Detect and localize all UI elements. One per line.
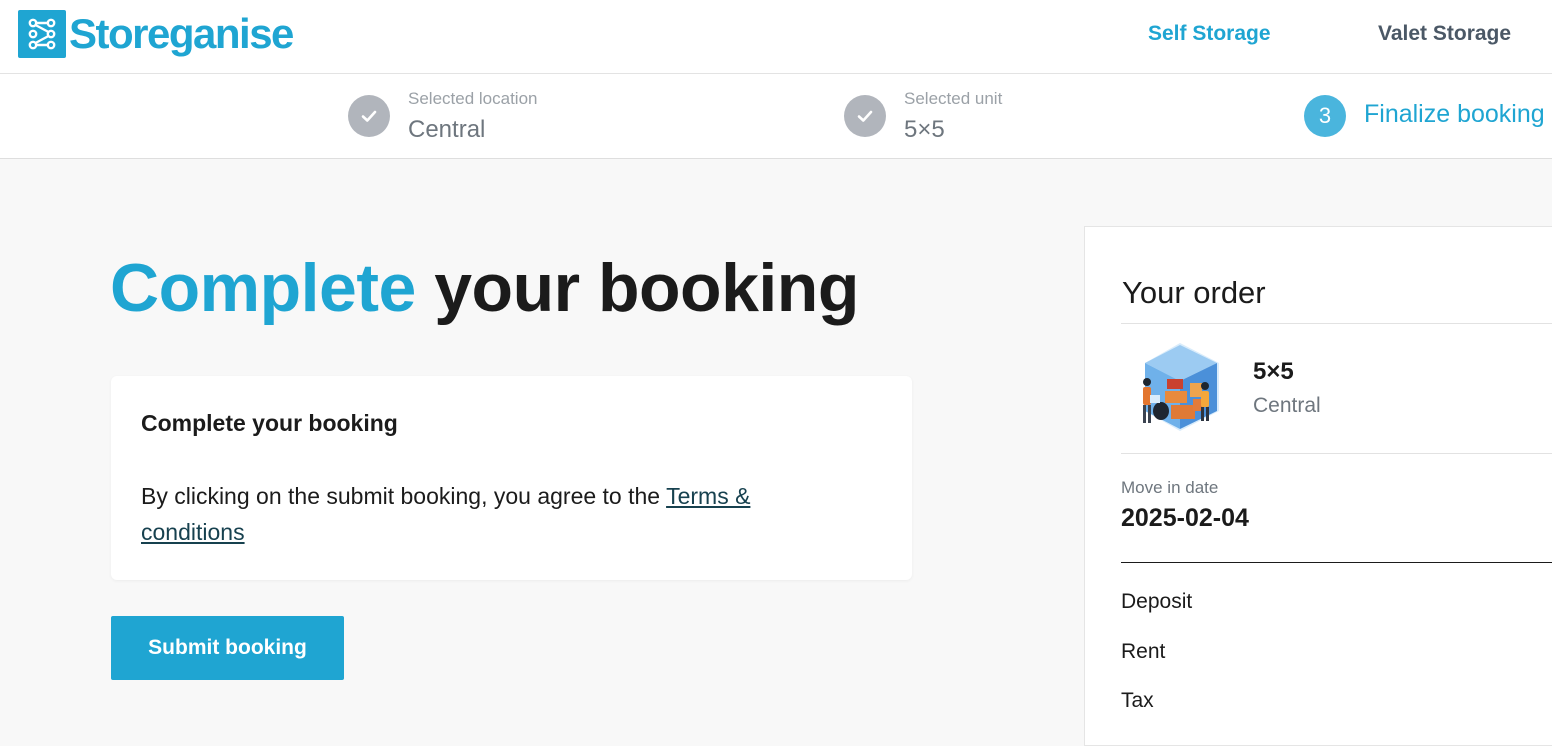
order-row-rent: Rent: [1121, 640, 1166, 663]
booking-stepper: Selected location Central Selected unit …: [0, 74, 1552, 159]
step-value: 5×5: [904, 116, 945, 143]
nav-valet-storage[interactable]: Valet Storage: [1378, 20, 1511, 48]
card-title: Complete your booking: [141, 410, 398, 436]
step-caption: Selected unit: [904, 89, 1003, 108]
top-navbar: Storeganise Self Storage Valet Storage: [0, 0, 1552, 74]
storeganise-logo-icon: [18, 10, 66, 58]
submit-booking-button[interactable]: Submit booking: [111, 616, 344, 680]
storage-unit-illustration: [1135, 341, 1225, 433]
terms-text: By clicking on the submit booking, you a…: [141, 478, 841, 550]
step-value: Central: [408, 116, 486, 143]
order-row-deposit: Deposit: [1121, 590, 1193, 613]
terms-text-body: By clicking on the submit booking, you a…: [141, 483, 661, 509]
step-caption: Selected location: [408, 89, 538, 108]
page-title: Complete your booking: [110, 250, 859, 326]
divider: [1121, 323, 1552, 324]
logo-text: Storeganise: [69, 10, 294, 57]
step-number: 3: [1304, 95, 1346, 137]
terms-card: Complete your booking By clicking on the…: [111, 376, 912, 580]
order-title: Your order: [1122, 275, 1266, 310]
divider: [1121, 562, 1552, 563]
order-summary-panel: Your order 5×5 Central Move in date 2025…: [1084, 226, 1552, 746]
move-in-label: Move in date: [1121, 478, 1219, 497]
divider: [1121, 453, 1552, 454]
page-title-rest: your booking: [434, 250, 859, 326]
step-label: Finalize booking: [1364, 100, 1545, 128]
check-icon: [844, 95, 886, 137]
check-icon: [348, 95, 390, 137]
nav-self-storage[interactable]: Self Storage: [1148, 20, 1271, 48]
logo-link[interactable]: Storeganise: [18, 10, 294, 58]
order-unit-name: 5×5: [1253, 358, 1294, 385]
page-title-accent: Complete: [110, 250, 416, 326]
move-in-date: 2025-02-04: [1121, 504, 1249, 532]
order-unit-location: Central: [1253, 394, 1321, 417]
order-row-tax: Tax: [1121, 689, 1154, 712]
